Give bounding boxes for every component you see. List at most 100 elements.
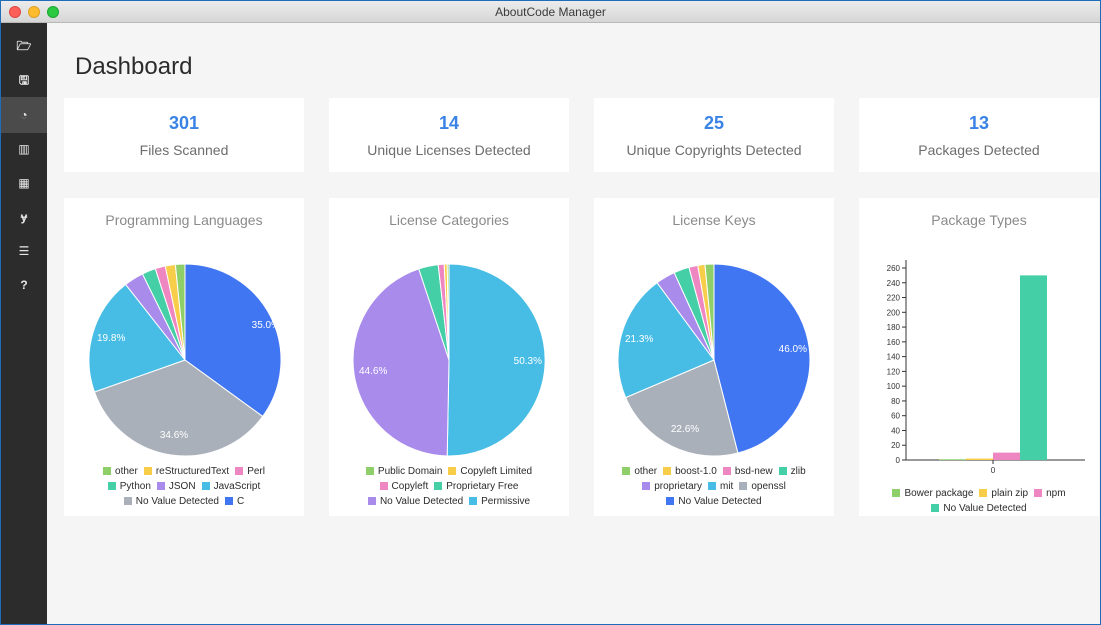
- app-window: AboutCode Manager 🗁 🖫 ◔ ▥ ▦ ɏ ☰? Dashboard 301…: [0, 0, 1101, 625]
- slice-label: 21.3%: [625, 334, 653, 345]
- sidebar: 🗁 🖫 ◔ ▥ ▦ ɏ ☰?: [1, 23, 47, 624]
- legend-label: No Value Detected: [135, 496, 219, 507]
- chart-legend: other reStructuredText Perl Python JSON JavaS…: [64, 464, 304, 509]
- legend-label: C: [236, 496, 245, 507]
- legend-item[interactable]: proprietary: [642, 479, 702, 494]
- dashboard-icon: ◔: [20, 108, 28, 122]
- sidebar-item-dashboard[interactable]: ◔: [1, 97, 47, 133]
- y-tick-label: 240: [887, 279, 901, 288]
- stat-card-unique-licenses: 14 Unique Licenses Detected: [329, 98, 569, 172]
- save-icon: 🖫: [18, 72, 30, 87]
- legend-item[interactable]: other: [622, 464, 657, 479]
- legend-swatch: [103, 467, 112, 475]
- y-tick-label: 260: [887, 264, 901, 273]
- list-icon: ☰: [18, 244, 30, 258]
- legend-item[interactable]: Copyleft Limited: [448, 464, 532, 479]
- legend-label: other: [115, 466, 138, 477]
- x-tick-label: 0: [991, 466, 996, 475]
- stat-label: Unique Copyrights Detected: [626, 142, 802, 158]
- sidebar-item-license[interactable]: ɏ: [1, 199, 47, 235]
- y-tick-label: 80: [891, 397, 900, 406]
- legend-label: Copyleft Limited: [460, 466, 533, 477]
- legend-item[interactable]: Python: [107, 479, 151, 494]
- legend-item[interactable]: other: [103, 464, 138, 479]
- sidebar-item-chart[interactable]: ▥: [1, 131, 47, 167]
- bar-plain-zip[interactable]: [966, 458, 993, 460]
- table-icon: ▦: [18, 176, 30, 190]
- y-tick-label: 0: [896, 456, 901, 465]
- stat-value: 25: [703, 113, 725, 133]
- bar-chart-icon: ▥: [18, 142, 30, 156]
- legend-item[interactable]: npm: [1034, 486, 1066, 501]
- legend-line: No Value Detected C: [64, 494, 304, 509]
- legend-swatch: [739, 482, 748, 490]
- legend-label: No Value Detected: [678, 496, 762, 507]
- legend-label: Perl: [247, 466, 265, 477]
- y-tick-label: 200: [887, 308, 901, 317]
- legend-item[interactable]: Bower package: [892, 486, 973, 501]
- sidebar-item-table[interactable]: ▦: [1, 165, 47, 201]
- legend-label: Public Domain: [377, 466, 443, 477]
- legend-label: Proprietary Free: [446, 481, 519, 492]
- legend-label: plain zip: [991, 488, 1029, 499]
- slice-label: 50.3%: [514, 356, 542, 367]
- y-tick-label: 160: [887, 338, 901, 347]
- legend-swatch: [224, 497, 233, 505]
- legend-label: bsd-new: [734, 466, 773, 477]
- legend-item[interactable]: zlib: [778, 464, 806, 479]
- sidebar-item-folder[interactable]: 🗁: [1, 29, 47, 65]
- legend-item[interactable]: No Value Detected: [123, 494, 219, 509]
- legend-item[interactable]: Permissive: [469, 494, 530, 509]
- legend-item[interactable]: No Value Detected: [666, 494, 762, 509]
- legend-line: Bower package plain zip npm: [859, 486, 1099, 501]
- bar-bower-package[interactable]: [939, 459, 966, 461]
- legend-line: other reStructuredText Perl: [64, 464, 304, 479]
- legend-item[interactable]: Public Domain: [365, 464, 443, 479]
- folder-open-icon: 🗁: [16, 38, 32, 53]
- y-tick-label: 220: [887, 294, 901, 303]
- legend-item[interactable]: boost-1.0: [663, 464, 717, 479]
- legend-item[interactable]: openssl: [739, 479, 786, 494]
- legend-swatch: [666, 497, 675, 505]
- sidebar-item-list[interactable]: ☰: [1, 233, 47, 269]
- legend-swatch: [622, 467, 631, 475]
- chart-card-package-types: Package Types 0 20 40 60 80 100 120 140 160 180 20…: [859, 198, 1099, 516]
- sidebar-item-save[interactable]: 🖫: [1, 63, 47, 99]
- slice-label: 44.6%: [359, 366, 387, 377]
- license-icon: ɏ: [20, 210, 28, 224]
- legend-swatch: [642, 482, 651, 490]
- legend-item[interactable]: No Value Detected: [367, 494, 463, 509]
- y-tick-label: 140: [887, 353, 901, 362]
- legend-item[interactable]: Proprietary Free: [434, 479, 518, 494]
- legend-label: Bower package: [904, 488, 974, 499]
- legend-item[interactable]: plain zip: [979, 486, 1028, 501]
- legend-line: No Value Detected: [594, 494, 834, 509]
- legend-label: JavaScript: [213, 481, 261, 492]
- bar-npm[interactable]: [993, 452, 1020, 460]
- legend-label: other: [634, 466, 658, 477]
- legend-item[interactable]: C: [224, 494, 245, 509]
- legend-swatch: [367, 497, 376, 505]
- legend-item[interactable]: Perl: [235, 464, 265, 479]
- legend-item[interactable]: bsd-new: [722, 464, 773, 479]
- legend-label: No Value Detected: [943, 503, 1027, 514]
- legend-item[interactable]: No Value Detected: [931, 501, 1027, 516]
- legend-line: Python JSON JavaScript: [64, 479, 304, 494]
- legend-line: Copyleft Proprietary Free: [329, 479, 569, 494]
- legend-swatch: [448, 467, 457, 475]
- legend-item[interactable]: Copyleft: [379, 479, 428, 494]
- bar-no-value-detected[interactable]: [1020, 275, 1047, 460]
- legend-item[interactable]: JSON: [156, 479, 196, 494]
- legend-line: other boost-1.0 bsd-new zlib: [594, 464, 834, 479]
- y-tick-label: 40: [891, 426, 900, 435]
- stat-card-files-scanned: 301 Files Scanned: [64, 98, 304, 172]
- sidebar-item-help[interactable]: ?: [1, 267, 47, 303]
- legend-item[interactable]: reStructuredText: [143, 464, 229, 479]
- legend-item[interactable]: JavaScript: [201, 479, 261, 494]
- stat-card-packages: 13 Packages Detected: [859, 98, 1099, 172]
- slice-label: 35.0%: [252, 320, 280, 331]
- legend-line: No Value Detected Permissive: [329, 494, 569, 509]
- chart-card-license-keys: License Keys 46.0% 22.6% 21.3% other boost-…: [594, 198, 834, 516]
- legend-item[interactable]: mit: [708, 479, 733, 494]
- legend-label: proprietary: [654, 481, 702, 492]
